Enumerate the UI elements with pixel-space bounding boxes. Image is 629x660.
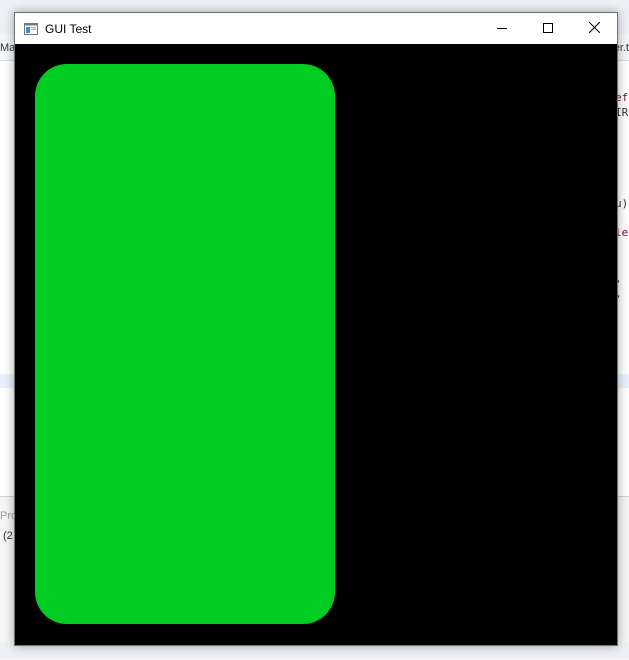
window-title: GUI Test [45, 21, 92, 36]
minimize-button[interactable] [479, 13, 525, 44]
canvas-area [15, 44, 617, 645]
window-app-icon[interactable] [23, 21, 39, 37]
maximize-icon [543, 20, 553, 38]
green-rounded-rectangle [35, 64, 335, 624]
caption-buttons [479, 13, 617, 44]
close-icon [588, 20, 600, 38]
close-button[interactable] [571, 13, 617, 44]
gui-test-window: GUI Test [14, 12, 618, 646]
title-bar[interactable]: GUI Test [15, 13, 617, 44]
minimize-icon [497, 20, 507, 38]
maximize-button[interactable] [525, 13, 571, 44]
ide-panel-row: (2 [3, 530, 13, 542]
